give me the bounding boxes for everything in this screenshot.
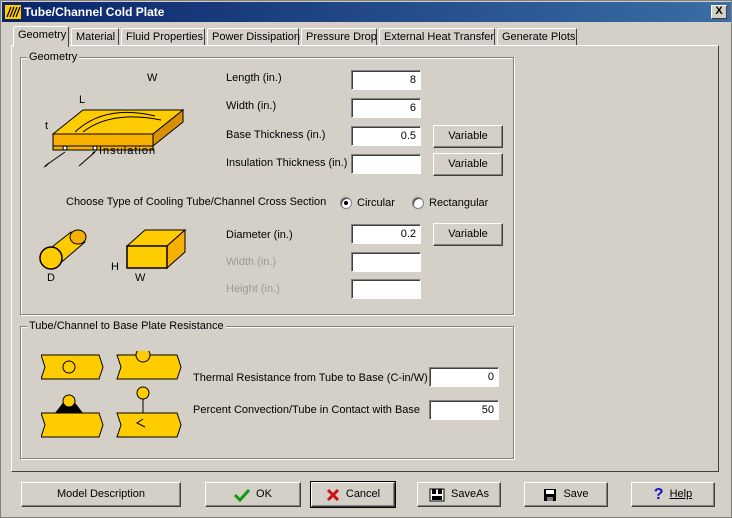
diameter-input[interactable]: 0.2: [351, 224, 421, 244]
insulation-thickness-input[interactable]: [351, 154, 421, 174]
cancel-x-icon: [326, 488, 339, 501]
geometry-groupbox: Geometry W L t Insulation Length (in.) 8…: [20, 51, 514, 315]
base-thickness-label: Base Thickness (in.): [226, 129, 326, 141]
contact-types-diagram: [41, 351, 182, 438]
circular-tube-diagram: [39, 229, 87, 270]
width-label: Width (in.): [226, 100, 277, 112]
cancel-label: Cancel: [345, 488, 381, 500]
insulation-thickness-label: Insulation Thickness (in.): [226, 157, 348, 169]
insulation-label: Insulation: [99, 145, 157, 157]
plate-w-label: W: [147, 72, 158, 84]
diameter-label: Diameter (in.): [226, 229, 293, 241]
tab-external-heat-transfer[interactable]: External Heat Transfer: [379, 28, 495, 46]
rectangular-radio-label[interactable]: Rectangular: [429, 197, 488, 209]
save-as-icon: [429, 488, 445, 501]
tab-material[interactable]: Material: [71, 28, 119, 46]
channel-height-label: Height (in.): [226, 283, 280, 295]
tab-panel-geometry: Geometry W L t Insulation Length (in.) 8…: [11, 45, 719, 472]
help-question-icon: ?: [653, 485, 664, 503]
close-button[interactable]: X: [711, 5, 727, 19]
percent-convection-label: Percent Convection/Tube in Contact with …: [193, 404, 421, 416]
help-label: Help: [669, 488, 693, 500]
tab-geometry[interactable]: Geometry: [13, 26, 69, 47]
title-bar: Tube/Channel Cold Plate X: [2, 2, 731, 22]
thermal-resistance-input[interactable]: 0: [429, 367, 499, 387]
circular-radio[interactable]: [340, 197, 352, 209]
geometry-group-title: Geometry: [27, 51, 80, 63]
width-input[interactable]: 6: [351, 98, 421, 118]
tab-power-dissipation[interactable]: Power Dissipation: [207, 28, 300, 46]
radio-selected-dot: [344, 201, 348, 205]
cancel-button[interactable]: Cancel: [310, 481, 396, 508]
channel-h-label: H: [111, 261, 119, 273]
tab-pressure-drop[interactable]: Pressure Drop: [301, 28, 377, 46]
ok-button[interactable]: OK: [205, 482, 301, 507]
tube-d-label: D: [47, 272, 55, 284]
diameter-variable-button[interactable]: Variable: [433, 223, 503, 246]
checkmark-icon: [234, 488, 251, 502]
base-thickness-input[interactable]: 0.5: [351, 126, 421, 146]
ok-label: OK: [256, 488, 272, 500]
percent-convection-input[interactable]: 50: [429, 400, 499, 420]
length-label: Length (in.): [226, 72, 282, 84]
window-title: Tube/Channel Cold Plate: [24, 5, 165, 19]
dialog-window: Tube/Channel Cold Plate X Geometry Mater…: [0, 0, 732, 518]
thermal-resistance-label: Thermal Resistance from Tube to Base (C-…: [193, 372, 428, 384]
close-icon: X: [715, 5, 723, 17]
tab-generate-plots[interactable]: Generate Plots: [497, 28, 577, 46]
help-button[interactable]: ? Help: [631, 482, 715, 507]
channel-height-input[interactable]: [351, 279, 421, 299]
resistance-group-title: Tube/Channel to Base Plate Resistance: [27, 320, 226, 332]
app-icon: [5, 5, 21, 19]
resistance-groupbox: Tube/Channel to Base Plate Resistance Th…: [20, 320, 514, 459]
rectangular-channel-diagram: [125, 228, 187, 270]
model-description-button[interactable]: Model Description: [21, 482, 181, 507]
save-as-button[interactable]: SaveAs: [417, 482, 501, 507]
save-button[interactable]: Save: [524, 482, 608, 507]
rectangular-radio[interactable]: [412, 197, 424, 209]
channel-w-label: W: [135, 272, 146, 284]
insulation-thickness-variable-button[interactable]: Variable: [433, 153, 503, 176]
length-input[interactable]: 8: [351, 70, 421, 90]
save-label: Save: [563, 488, 589, 500]
base-thickness-variable-button[interactable]: Variable: [433, 125, 503, 148]
channel-width-label: Width (in.): [226, 256, 277, 268]
save-as-label: SaveAs: [451, 488, 489, 500]
cross-section-prompt: Choose Type of Cooling Tube/Channel Cros…: [66, 196, 327, 208]
circular-radio-label[interactable]: Circular: [357, 197, 395, 209]
plate-l-label: L: [79, 94, 86, 106]
channel-width-input[interactable]: [351, 252, 421, 272]
floppy-disk-icon: [544, 488, 557, 501]
tab-fluid-properties[interactable]: Fluid Properties: [121, 28, 205, 46]
plate-t-label: t: [45, 120, 49, 132]
